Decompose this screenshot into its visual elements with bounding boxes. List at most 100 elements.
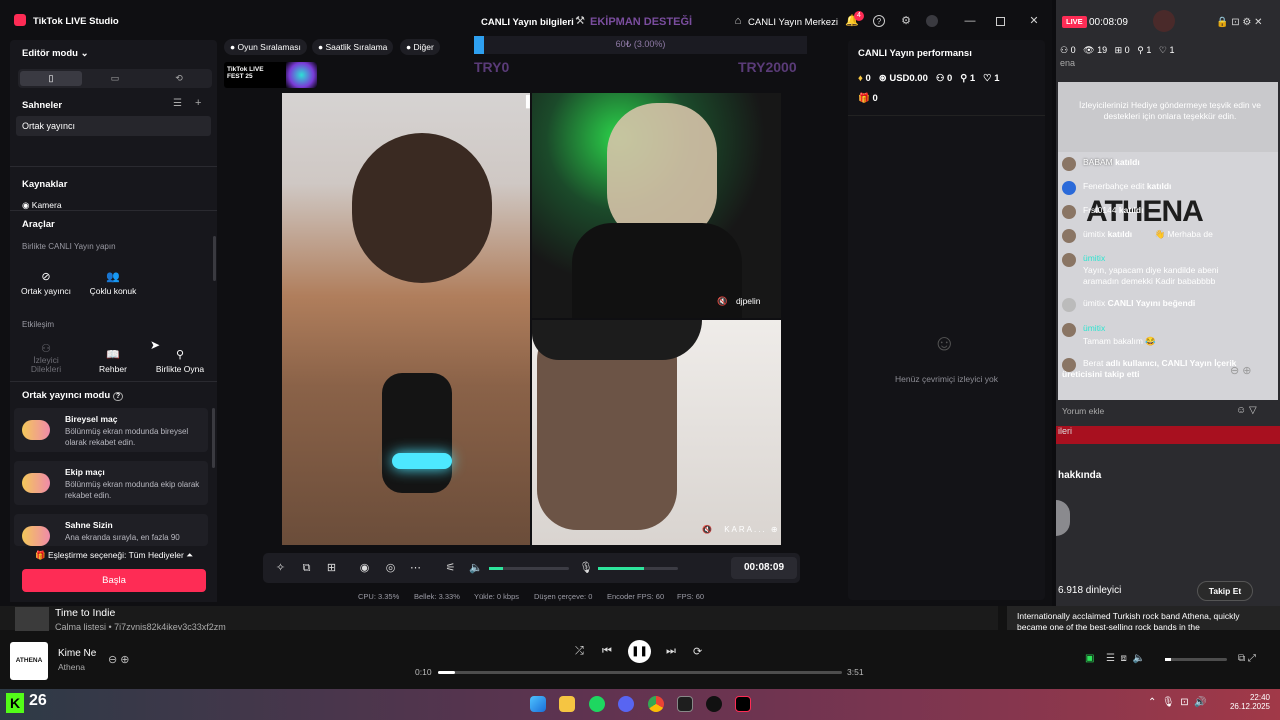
host-video[interactable]: [282, 93, 530, 545]
chat-message: Frst0144 katıldı: [1062, 205, 1262, 219]
repeat-icon[interactable]: ⟳: [693, 645, 702, 658]
stage-yours-option[interactable]: Sahne Sizin Ana ekranda sırayla, en fazl…: [14, 514, 208, 546]
next-icon[interactable]: ⏭: [666, 645, 676, 658]
comment-input[interactable]: Yorum ekle: [1062, 406, 1104, 416]
equipment-support-menu[interactable]: EKİPMAN DESTEĞİ: [590, 16, 692, 28]
match-option-dropdown[interactable]: 🎁 Eşleştirme seçeneği: Tüm Hediyeler ⏶: [35, 550, 193, 561]
chrome-icon[interactable]: [648, 696, 664, 712]
listener-count: 6.918 dinleyici: [1058, 585, 1122, 596]
goal-min: TRY0: [474, 59, 510, 75]
windows-start-icon[interactable]: [530, 696, 546, 712]
cohost-tool[interactable]: ⊘ Ortak yayıncı: [16, 260, 76, 312]
tray-icons[interactable]: ⌃ 🎙 ⊡ 🔊: [1148, 697, 1207, 708]
maximize-icon[interactable]: [996, 17, 1005, 26]
request-icon: ⚇: [41, 343, 51, 355]
live-avatar[interactable]: [1153, 10, 1175, 32]
follower-icon: ⚲: [960, 73, 968, 84]
terminal-icon[interactable]: [677, 696, 693, 712]
player-tools[interactable]: ☰ ⧈ 🔈: [1106, 653, 1145, 664]
pause-button[interactable]: ❚❚: [628, 640, 651, 663]
song-title[interactable]: Kime Ne: [58, 648, 96, 659]
avatar: [1062, 229, 1076, 243]
record-icon[interactable]: ◉: [358, 562, 371, 575]
discord-icon[interactable]: [618, 696, 634, 712]
live-center-menu[interactable]: CANLI Yayın Merkezi: [748, 17, 838, 28]
avatar: [1062, 205, 1076, 219]
guest2-video[interactable]: 🔇 KARA... ⊕: [532, 320, 781, 545]
start-button[interactable]: Başla: [22, 569, 206, 592]
sources-title: Kaynaklar: [22, 179, 68, 190]
list-icon[interactable]: ☰: [173, 98, 182, 109]
game-ranking-chip[interactable]: ● Oyun Sıralaması: [224, 39, 307, 55]
spotify-icon[interactable]: [589, 696, 605, 712]
viewers-icon: ⚇: [1060, 45, 1069, 55]
other-chip[interactable]: ● Diğer: [400, 39, 440, 55]
camera-switch-icon[interactable]: ◎: [384, 562, 397, 575]
window-controls[interactable]: 🔒 ⊡ ⚙ ✕: [1216, 17, 1263, 28]
microphone-icon[interactable]: 🎙: [579, 562, 593, 575]
scene-item[interactable]: Ortak yayıncı: [16, 116, 211, 136]
queue-title[interactable]: Time to Indie: [55, 607, 115, 619]
speaker-volume-slider[interactable]: [489, 567, 569, 570]
artist-name[interactable]: Athena: [58, 662, 85, 672]
emoji-icon[interactable]: ☺ ▽: [1236, 405, 1257, 416]
avatar[interactable]: [926, 15, 938, 27]
portrait-layout-button[interactable]: ▯: [20, 71, 82, 86]
diamond-icon: ♦: [858, 73, 863, 84]
obs-icon[interactable]: [706, 696, 722, 712]
tiktok-studio-icon[interactable]: [735, 696, 751, 712]
title-bar: TikTok LIVE Studio CANLI Yayın bilgileri…: [0, 0, 1052, 40]
guest1-video[interactable]: 🔇 djpelin: [532, 93, 781, 318]
fullscreen-icons[interactable]: ⧉ ⤢: [1238, 653, 1256, 664]
previous-icon[interactable]: ⏮: [602, 645, 612, 658]
team-match-option[interactable]: Ekip maçı Bölünmüş ekran modunda ekip ol…: [14, 461, 208, 505]
mic-volume-slider[interactable]: [598, 567, 678, 570]
mixer-icon[interactable]: ⚟: [444, 562, 457, 575]
landscape-layout-button[interactable]: ▭: [84, 71, 146, 86]
cohost-mode-title: Ortak yayıncı modu ?: [22, 390, 124, 401]
perf-stats-row: ♦ 0 ⊛ USD0.00 ⚇ 0 ⚲ 1 ♡ 1: [858, 73, 1000, 84]
multi-guest-tool[interactable]: 👥 Çoklu konuk: [83, 260, 143, 312]
live-info-menu[interactable]: CANLI Yayın bilgileri: [481, 17, 574, 28]
editor-mode-dropdown[interactable]: Editör modu ⌄: [22, 48, 89, 59]
album-art[interactable]: ATHENA: [10, 642, 48, 680]
song-progress[interactable]: [438, 671, 842, 674]
add-scene-icon[interactable]: +: [195, 97, 201, 109]
kick-count: 26: [29, 692, 47, 709]
host-hair: [352, 133, 492, 283]
clock[interactable]: 22:40 26.12.2025: [1228, 693, 1270, 711]
close-icon[interactable]: ✕: [1028, 15, 1040, 27]
follow-button[interactable]: Takip Et: [1197, 581, 1253, 601]
divider: [10, 210, 217, 211]
effects-icon[interactable]: ✧: [274, 562, 287, 575]
artist-avatar: [1056, 500, 1070, 536]
hourly-ranking-chip[interactable]: ● Saatlik Sıralama: [312, 39, 394, 55]
guest2-label: 🔇 KARA... ⊕: [702, 525, 780, 534]
cpu-stat: CPU: 3.35%: [358, 592, 400, 601]
now-playing-icon[interactable]: ▣: [1085, 653, 1094, 664]
scrollbar[interactable]: [213, 236, 216, 281]
individual-match-option[interactable]: Bireysel maç Bölünmüş ekran modunda bire…: [14, 408, 208, 452]
screen-icon[interactable]: ⧉: [300, 562, 313, 575]
scrollbar[interactable]: [212, 408, 215, 468]
more-icon[interactable]: ⋯: [409, 562, 422, 575]
gift-icon: ⊞: [1114, 45, 1123, 55]
scenes-title: Sahneler: [22, 100, 63, 111]
minimize-icon[interactable]: —: [964, 15, 976, 27]
goal-max: TRY2000: [738, 59, 797, 75]
avatar: [1062, 358, 1076, 372]
rotate-layout-button[interactable]: ⟲: [148, 71, 210, 86]
explorer-icon[interactable]: [559, 696, 575, 712]
shuffle-icon[interactable]: ⤮: [575, 645, 584, 658]
help-icon[interactable]: ?: [873, 15, 885, 27]
add-source-icon[interactable]: ⊞: [325, 562, 338, 575]
queue-controls[interactable]: ⊖ ⊕: [108, 653, 130, 666]
volume-slider[interactable]: [1165, 658, 1227, 661]
match-avatar: [22, 526, 50, 546]
speaker-icon[interactable]: 🔈: [469, 562, 483, 575]
settings-icon[interactable]: ⚙: [900, 15, 912, 27]
kick-icon[interactable]: K: [6, 693, 24, 713]
goal-text: 60₺ (3.00%): [615, 39, 666, 49]
viewers-icon: ⚇: [935, 73, 945, 84]
live-time: 00:08:09: [1089, 17, 1128, 28]
